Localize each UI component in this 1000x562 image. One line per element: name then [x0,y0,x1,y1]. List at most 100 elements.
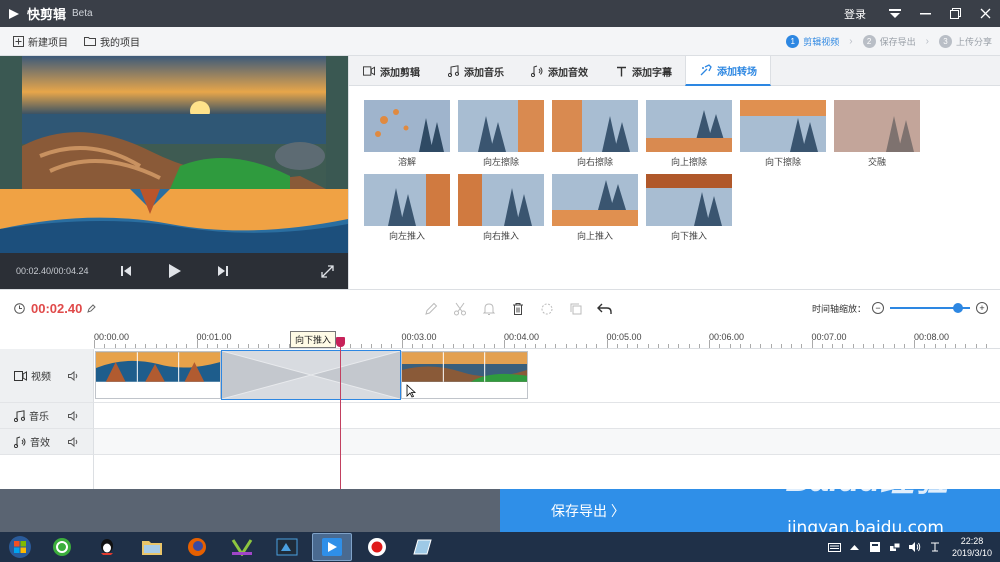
transition-label: 向左擦除 [482,157,519,167]
ruler-tick [760,344,762,348]
transition-push-left[interactable]: 向左推入 [364,174,450,242]
kuaijianji-taskbar-icon[interactable] [312,533,352,561]
transition-push-down[interactable]: 向下推入 [646,174,732,242]
action-center-icon[interactable] [868,540,882,554]
qq-icon[interactable] [87,533,127,561]
step-save-export[interactable]: 2 保存导出 [862,35,916,48]
copy-icon[interactable] [565,300,587,318]
text-icon [615,65,627,77]
transition-wipe-left[interactable]: 向左擦除 [458,100,544,168]
tab-add-music[interactable]: 添加音乐 [433,56,517,86]
ruler-tick [124,344,126,348]
my-projects-button[interactable]: 我的项目 [84,34,140,49]
pencil-icon[interactable] [87,304,97,313]
clock-date: 2019/3/10 [951,548,992,558]
zoom-slider-knob[interactable] [953,303,963,313]
transition-dissolve[interactable]: 溶解 [364,100,450,168]
video-clip-1[interactable] [95,351,221,399]
transition-wipe-right[interactable]: 向右擦除 [552,100,638,168]
transition-wipe-up[interactable]: 向上擦除 [646,100,732,168]
menu-dropdown-icon[interactable] [880,0,910,27]
restore-icon[interactable] [940,0,970,27]
ruler-label: 00:03.00 [401,332,437,342]
record-icon[interactable] [357,533,397,561]
step-label: 上传分享 [955,37,992,47]
ruler-tick [801,344,803,348]
undo-icon[interactable] [594,300,616,318]
clip-frames [402,352,527,382]
bell-icon[interactable] [478,300,500,318]
keyboard-icon[interactable] [828,540,842,554]
ruler-tick [934,344,936,348]
skip-previous-icon[interactable] [115,260,137,282]
ruler-tick [821,344,823,348]
skip-next-icon[interactable] [212,260,234,282]
clock-time: 22:28 [960,536,984,546]
play-icon[interactable] [164,260,186,282]
track-music[interactable] [94,403,1000,429]
ruler-tick [852,344,854,348]
transition-blend[interactable]: 交融 [834,100,920,168]
system-clock[interactable]: 22:28 2019/3/10 [952,535,992,559]
media-app-icon[interactable] [222,533,262,561]
start-button-icon[interactable] [3,532,37,562]
close-icon[interactable] [970,0,1000,27]
zoom-in-icon[interactable]: + [976,302,988,314]
asset-panel: 添加剪辑 添加音乐 添加音效 添加字幕 添加转场 溶解 向左擦除 向右擦除 向上… [348,56,1000,289]
transition-clip[interactable] [221,350,401,400]
volume-icon[interactable] [68,410,79,421]
track-video[interactable] [94,349,1000,403]
windows-taskbar: 22:28 2019/3/10 [0,532,1000,562]
volume-tray-icon[interactable] [908,540,922,554]
step-upload-share[interactable]: 3 上传分享 [938,35,992,48]
login-button[interactable]: 登录 [844,6,866,22]
ruler-tick [176,344,177,348]
network-icon[interactable] [888,540,902,554]
step-edit-video[interactable]: 1 剪辑视频 [786,35,839,48]
transition-thumbnail [646,100,732,152]
volume-icon[interactable] [68,370,79,381]
transition-label: 向右擦除 [576,157,613,167]
clip-frames [96,352,220,382]
delete-icon[interactable] [507,300,529,318]
transition-thumbnail [834,100,920,152]
ruler-tick [565,344,567,348]
ruler-tick [360,344,362,348]
tab-add-sfx[interactable]: 添加音效 [517,56,601,86]
timeline-ruler[interactable]: 00:00.0000:01.0000:02.0000:03.0000:04.00… [94,328,1000,349]
tab-add-transition[interactable]: 添加转场 [685,56,771,86]
tab-add-clip[interactable]: 添加剪辑 [349,56,433,86]
edit-icon[interactable] [420,300,442,318]
transition-thumbnail [364,174,450,226]
transition-wipe-down[interactable]: 向下擦除 [740,100,826,168]
firefox-icon[interactable] [177,533,217,561]
cleaner-app-icon[interactable] [402,533,442,561]
tab-add-subtitle[interactable]: 添加字幕 [601,56,685,86]
transition-push-right[interactable]: 向右推入 [458,174,544,242]
app-name: 快剪辑 [27,7,67,22]
minimize-icon[interactable] [910,0,940,27]
playhead-handle[interactable] [336,337,345,347]
volume-icon[interactable] [68,436,79,447]
transition-push-up[interactable]: 向上推入 [552,174,638,242]
scissors-icon[interactable] [449,300,471,318]
expand-tray-icon[interactable] [848,540,862,554]
video-editor-icon[interactable] [267,533,307,561]
my-projects-label: 我的项目 [100,37,140,49]
ruler-tick [975,344,977,348]
ruler-tick [206,344,208,348]
fullscreen-icon[interactable] [316,260,338,282]
zoom-out-icon[interactable]: − [872,302,884,314]
input-method-icon[interactable] [928,540,942,554]
browser-360-icon[interactable] [42,533,82,561]
transition-icon [700,64,712,76]
zoom-slider[interactable] [890,301,970,315]
transition-label: 向上推入 [576,231,613,241]
mouse-cursor-icon [406,384,417,403]
file-explorer-icon[interactable] [132,533,172,561]
new-project-button[interactable]: 新建项目 [12,34,68,49]
transition-label: 向右推入 [482,231,519,241]
ruler-tick [606,340,608,348]
crop-icon[interactable] [536,300,558,318]
video-clip-2[interactable] [401,351,528,399]
